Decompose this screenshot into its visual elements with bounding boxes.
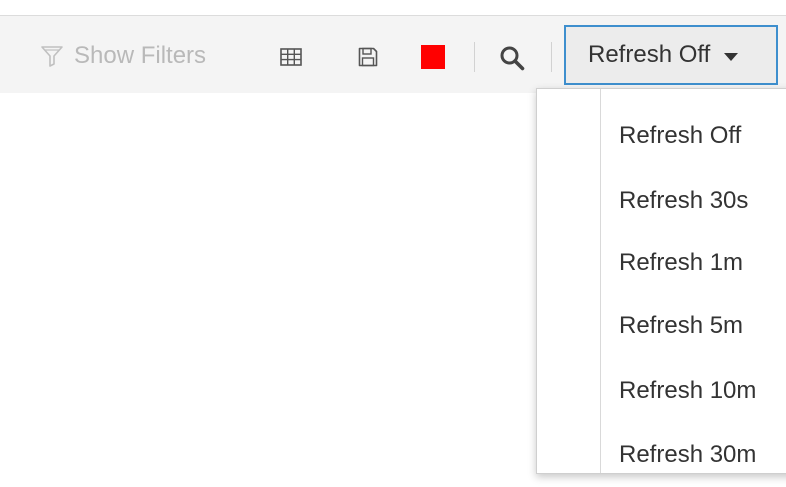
- menu-icon-gutter: [600, 89, 601, 473]
- menu-item-refresh-5m[interactable]: Refresh 5m: [619, 311, 743, 341]
- menu-item-refresh-30s[interactable]: Refresh 30s: [619, 186, 748, 216]
- filter-icon: [41, 46, 63, 67]
- refresh-button-label: Refresh Off: [588, 41, 711, 68]
- search-icon: [500, 46, 525, 71]
- table-view-button[interactable]: [278, 46, 304, 68]
- search-button[interactable]: [498, 44, 526, 72]
- stop-button[interactable]: [420, 44, 446, 70]
- save-icon: [358, 47, 378, 67]
- menu-item-refresh-off[interactable]: Refresh Off: [619, 121, 741, 151]
- menu-item-refresh-1m[interactable]: Refresh 1m: [619, 248, 743, 278]
- page: Show Filters Refresh Off Refresh Off Ref…: [0, 0, 786, 487]
- refresh-menu: Refresh Off Refresh 30s Refresh 1m Refre…: [536, 88, 786, 474]
- toolbar-separator: [474, 42, 475, 72]
- menu-item-refresh-10m[interactable]: Refresh 10m: [619, 376, 756, 406]
- toolbar-separator: [551, 42, 552, 72]
- save-button[interactable]: [356, 45, 380, 69]
- show-filters-label: Show Filters: [74, 42, 207, 69]
- show-filters-button[interactable]: Show Filters: [40, 41, 206, 71]
- menu-item-refresh-30m[interactable]: Refresh 30m: [619, 440, 756, 470]
- caret-down-icon: [724, 52, 739, 61]
- stop-icon: [421, 45, 445, 69]
- refresh-dropdown-button[interactable]: Refresh Off: [564, 25, 778, 85]
- table-icon: [280, 48, 302, 66]
